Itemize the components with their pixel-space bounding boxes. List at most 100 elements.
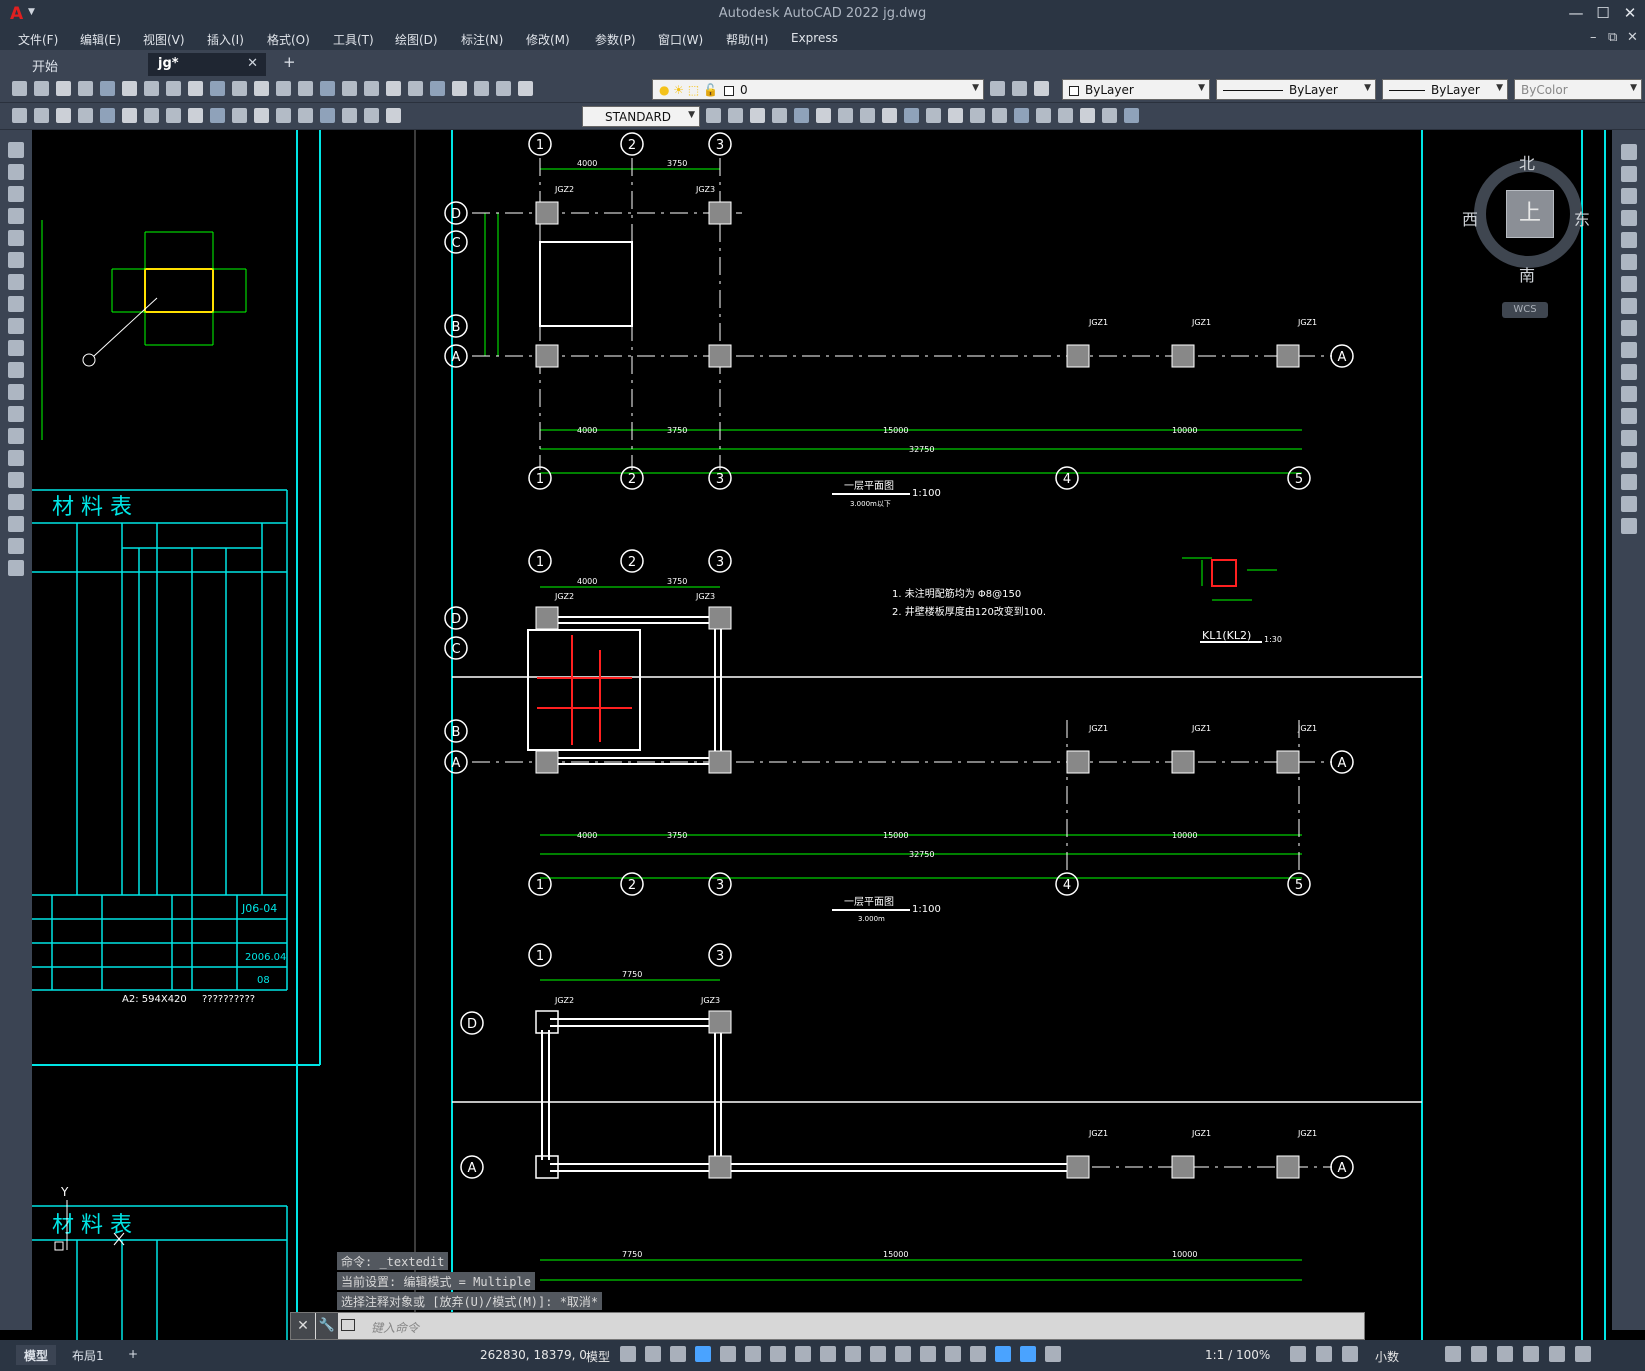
section-icon[interactable] [926, 108, 941, 123]
dynamic-input-icon[interactable] [695, 1346, 711, 1362]
compass-south[interactable]: 南 [1519, 262, 1535, 286]
region-icon[interactable] [8, 494, 24, 510]
compass-west[interactable]: 西 [1462, 206, 1478, 230]
viewcube-top-face[interactable]: 上 [1506, 190, 1554, 238]
lineweight-dropdown[interactable]: ByLayer ▼ [1382, 79, 1508, 100]
quick-dim-icon[interactable] [12, 108, 27, 123]
menu-dimension[interactable]: 标注(N) [461, 31, 503, 48]
drawing-canvas[interactable]: 材 料 表 J06-04 2006.04 08 A2: 594X420 ????… [32, 130, 1612, 1340]
rotate-icon[interactable] [1621, 276, 1637, 292]
preview-icon[interactable] [100, 81, 115, 96]
stretch-icon[interactable] [1621, 320, 1637, 336]
tab-model[interactable]: 模型 [16, 1345, 57, 1365]
units-icon[interactable] [1342, 1346, 1358, 1362]
menu-express[interactable]: Express [791, 31, 838, 45]
menu-draw[interactable]: 绘图(D) [395, 31, 438, 48]
compass-east[interactable]: 东 [1574, 206, 1590, 230]
modify-tool-icons[interactable] [706, 108, 1146, 125]
trim-icon[interactable] [1621, 342, 1637, 358]
infer-constraints-icon[interactable] [670, 1346, 686, 1362]
workspace-gear-icon[interactable] [1290, 1346, 1306, 1362]
polygon-icon[interactable] [8, 208, 24, 224]
ucs-icon[interactable] [1036, 108, 1051, 123]
open-icon[interactable] [34, 81, 49, 96]
plotstyle-dropdown[interactable]: ByColor ▼ [1514, 79, 1642, 100]
new-tab-button[interactable]: + [283, 53, 296, 71]
dim-edit-icon[interactable] [342, 108, 357, 123]
calculator-icon[interactable] [496, 81, 511, 96]
object-snap-icon[interactable] [820, 1346, 836, 1362]
tab-layout1[interactable]: 布局1 [64, 1345, 112, 1365]
offset-icon[interactable] [1621, 210, 1637, 226]
close-command-line-icon[interactable]: ✕ [291, 1313, 315, 1339]
revision-cloud-icon[interactable] [8, 296, 24, 312]
isolate-objects-icon[interactable] [1497, 1346, 1513, 1362]
add-selected-icon[interactable] [8, 560, 24, 576]
point-icon[interactable] [8, 428, 24, 444]
grid-icon[interactable] [620, 1346, 636, 1362]
undo-icon[interactable] [254, 81, 269, 96]
tolerance-icon[interactable] [276, 108, 291, 123]
tool-palettes-icon[interactable] [430, 81, 445, 96]
customize-wrench-icon[interactable]: 🔧 [316, 1313, 338, 1339]
ucs-object-icon[interactable] [1124, 108, 1139, 123]
rectangle-icon[interactable] [8, 230, 24, 246]
extend-icon[interactable] [1621, 364, 1637, 380]
dim-update-icon[interactable] [386, 108, 401, 123]
make-block-icon[interactable] [8, 406, 24, 422]
design-center-icon[interactable] [408, 81, 423, 96]
render-icon[interactable] [992, 108, 1007, 123]
insert-block-icon[interactable] [8, 384, 24, 400]
doc-minimize-button[interactable]: – [1590, 30, 1597, 45]
snap-icon[interactable] [645, 1346, 661, 1362]
linetype-dropdown[interactable]: ByLayer ▼ [1216, 79, 1376, 100]
polar-icon[interactable] [745, 1346, 761, 1362]
menu-help[interactable]: 帮助(H) [726, 31, 768, 48]
aligned-dim-icon[interactable] [56, 108, 71, 123]
match-properties-icon[interactable] [232, 81, 247, 96]
polyline-icon[interactable] [8, 186, 24, 202]
minimize-button[interactable]: — [1565, 4, 1587, 24]
dynamic-ucs-icon[interactable] [945, 1346, 961, 1362]
menu-edit[interactable]: 编辑(E) [80, 31, 121, 48]
properties-icon[interactable] [386, 81, 401, 96]
textstyle-dropdown[interactable]: STANDARD ▼ [582, 106, 700, 127]
construction-line-icon[interactable] [8, 164, 24, 180]
redo-icon[interactable] [276, 81, 291, 96]
layer-dropdown[interactable]: ● ☀ ⬚ 🔓 0 ▼ [652, 79, 984, 100]
dim-space-icon[interactable] [254, 108, 269, 123]
radius-dim-icon[interactable] [122, 108, 137, 123]
jogged-dim-icon[interactable] [144, 108, 159, 123]
maximize-button[interactable]: ☐ [1592, 4, 1614, 24]
graphics-performance-icon[interactable] [1523, 1346, 1539, 1362]
break-icon[interactable] [1621, 408, 1637, 424]
save-icon[interactable] [56, 81, 71, 96]
union-icon[interactable] [838, 108, 853, 123]
lineweight-icon[interactable] [845, 1346, 861, 1362]
compass-north[interactable]: 北 [1519, 150, 1535, 174]
slice-icon[interactable] [904, 108, 919, 123]
solid-wedge-icon[interactable] [750, 108, 765, 123]
break-at-point-icon[interactable] [1621, 386, 1637, 402]
pan-icon[interactable] [298, 81, 313, 96]
selection-filter-icon[interactable] [970, 1346, 986, 1362]
quick-properties-icon[interactable] [1445, 1346, 1461, 1362]
baseline-dim-icon[interactable] [210, 108, 225, 123]
new-icon[interactable] [12, 81, 27, 96]
dim-text-edit-icon[interactable] [364, 108, 379, 123]
close-button[interactable]: ✕ [1619, 4, 1641, 24]
paste-icon[interactable] [210, 81, 225, 96]
ellipse-icon[interactable] [8, 340, 24, 356]
table-icon[interactable] [8, 516, 24, 532]
gizmo-icon[interactable] [995, 1346, 1011, 1362]
circle-icon[interactable] [8, 274, 24, 290]
lock-ui-icon[interactable] [1471, 1346, 1487, 1362]
annotation-monitor-icon[interactable] [1316, 1346, 1332, 1362]
intersect-icon[interactable] [882, 108, 897, 123]
sheet-set-icon[interactable] [452, 81, 467, 96]
gradient-icon[interactable] [8, 472, 24, 488]
annotation-visibility-icon[interactable] [1020, 1346, 1036, 1362]
blend-curves-icon[interactable] [1621, 496, 1637, 512]
clean-screen-icon[interactable] [1549, 1346, 1565, 1362]
tab-jg-drawing[interactable]: jg* ✕ [148, 53, 266, 76]
